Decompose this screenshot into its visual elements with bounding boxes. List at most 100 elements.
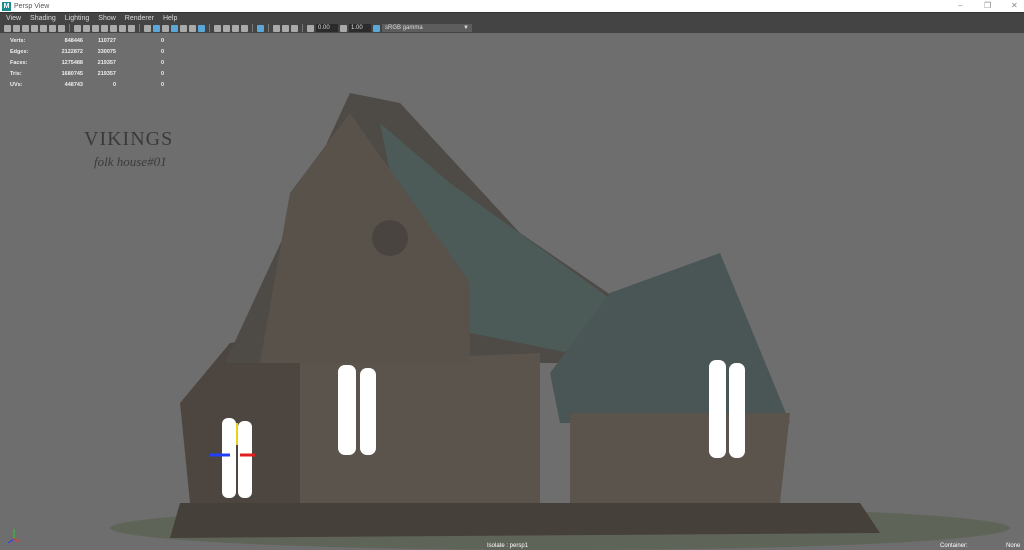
panel-toolbar: 0.00 1.00 sRGB gamma ▼ (0, 23, 1024, 33)
container-label: Container: (940, 543, 968, 549)
shadows-icon[interactable] (198, 24, 205, 32)
stat-row: Faces: 1275488 219357 0 (10, 57, 164, 68)
motion-blur-icon[interactable] (223, 24, 230, 32)
side-wall (570, 413, 790, 503)
stat-b: 110727 (97, 37, 116, 44)
view-transform-dropdown[interactable]: sRGB gamma ▼ (382, 24, 472, 32)
ambient-occlusion-icon[interactable] (214, 24, 221, 32)
stat-c: 0 (160, 48, 164, 55)
axis-gizmo-icon (7, 529, 21, 544)
title-bar: M Persp View – ❐ ✕ (0, 0, 1024, 12)
xray-active-icon[interactable] (291, 24, 298, 32)
isolate-label: Isolate : persp1 (487, 543, 529, 549)
brush-icon[interactable] (58, 24, 65, 32)
shield-ornament (372, 220, 408, 256)
gamma-field[interactable]: 1.00 (349, 24, 371, 32)
camera-attributes-icon[interactable] (13, 24, 20, 32)
field-chart-icon[interactable] (110, 24, 117, 32)
menu-renderer[interactable]: Renderer (125, 15, 154, 22)
viking-house-model (7, 93, 1010, 550)
menu-view[interactable]: View (6, 15, 21, 22)
chevron-down-icon: ▼ (463, 25, 469, 31)
stat-label: Verts: (10, 37, 26, 44)
menu-shading[interactable]: Shading (30, 15, 56, 22)
bookmark-icon[interactable] (22, 24, 29, 32)
stat-c: 0 (160, 81, 164, 88)
resolution-gate-icon[interactable] (92, 24, 99, 32)
menu-show[interactable]: Show (98, 15, 116, 22)
smooth-shade-icon[interactable] (153, 24, 160, 32)
stat-c: 0 (160, 59, 164, 66)
toolbar-divider (302, 24, 303, 32)
stat-c: 0 (160, 70, 164, 77)
stat-a: 2122872 (61, 48, 83, 55)
stat-a: 1275488 (61, 59, 83, 66)
safe-action-icon[interactable] (119, 24, 126, 32)
color-management-icon[interactable] (373, 24, 380, 32)
grid-icon[interactable] (74, 24, 81, 32)
stat-row: Tris: 1680745 219357 0 (10, 68, 164, 79)
human-silhouette[interactable] (709, 360, 726, 458)
safe-title-icon[interactable] (128, 24, 135, 32)
container-value: None (1006, 543, 1021, 549)
default-material-icon[interactable] (162, 24, 169, 32)
close-icon[interactable]: ✕ (1011, 0, 1018, 12)
gamma-icon (340, 24, 347, 32)
xray-joints-icon[interactable] (282, 24, 289, 32)
human-silhouette[interactable] (222, 418, 236, 498)
wireframe-on-shaded-icon[interactable] (171, 24, 178, 32)
human-silhouette[interactable] (360, 368, 376, 455)
human-silhouette[interactable] (338, 365, 356, 455)
stat-row: UVs: 448743 0 0 (10, 79, 164, 90)
minimize-icon[interactable]: – (958, 0, 962, 12)
stat-a: 1680745 (61, 70, 83, 77)
deck (170, 503, 880, 538)
stat-label: Tris: (10, 70, 22, 77)
maya-app-icon: M (2, 1, 11, 11)
toolbar-divider (209, 24, 210, 32)
toolbar-divider (252, 24, 253, 32)
stat-b: 219357 (97, 59, 116, 66)
toolbar-divider (139, 24, 140, 32)
toolbar-divider (69, 24, 70, 32)
antialias-icon[interactable] (232, 24, 239, 32)
pivot-icon[interactable] (49, 24, 56, 32)
stat-label: UVs: (10, 81, 23, 88)
stat-row: Edges: 2122872 330075 0 (10, 46, 164, 57)
logo-title: VIKINGS (84, 128, 174, 150)
human-silhouette[interactable] (238, 421, 252, 498)
persp-viewport[interactable]: Verts: 848446 110727 0 Edges: 2122872 330075 0 F… (0, 33, 1024, 550)
lights-icon[interactable] (189, 24, 196, 32)
stat-b: 330075 (97, 48, 116, 55)
exposure-icon (307, 24, 314, 32)
toolbar-divider (268, 24, 269, 32)
gate-mask-icon[interactable] (101, 24, 108, 32)
stat-b: 0 (112, 81, 116, 88)
stat-label: Edges: (10, 48, 29, 55)
camera-icon[interactable] (4, 24, 11, 32)
stat-c: 0 (160, 37, 164, 44)
textured-icon[interactable] (180, 24, 187, 32)
poly-count-hud: Verts: 848446 110727 0 Edges: 2122872 330075 0 F… (10, 35, 164, 90)
stat-b: 219357 (97, 70, 116, 77)
exposure-field[interactable]: 0.00 (316, 24, 338, 32)
stat-label: Faces: (10, 59, 28, 66)
grease-pencil-icon[interactable] (40, 24, 47, 32)
stat-a: 848446 (64, 37, 83, 44)
human-silhouette[interactable] (729, 363, 745, 458)
image-plane-icon[interactable] (31, 24, 38, 32)
stat-row: Verts: 848446 110727 0 (10, 35, 164, 46)
stat-a: 448743 (64, 81, 83, 88)
menu-bar: View Shading Lighting Show Renderer Help (0, 12, 1024, 23)
logo-subtitle: folk house#01 (94, 154, 167, 169)
depth-of-field-icon[interactable] (241, 24, 248, 32)
menu-lighting[interactable]: Lighting (65, 15, 90, 22)
film-gate-icon[interactable] (83, 24, 90, 32)
view-transform-value: sRGB gamma (385, 25, 423, 31)
maximize-icon[interactable]: ❐ (984, 0, 991, 12)
main-wall (300, 353, 540, 503)
wireframe-icon[interactable] (144, 24, 151, 32)
menu-help[interactable]: Help (163, 15, 177, 22)
isolate-select-icon[interactable] (257, 24, 264, 32)
xray-icon[interactable] (273, 24, 280, 32)
